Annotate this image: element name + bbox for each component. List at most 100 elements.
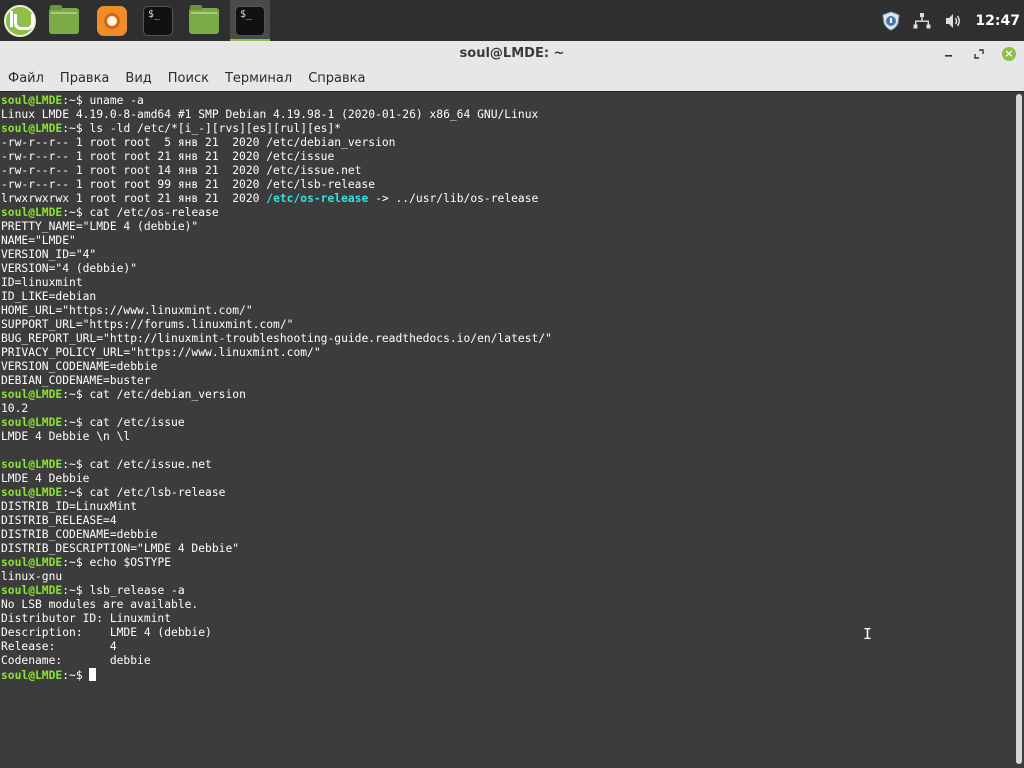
output-text: -rw-r--r-- 1 root root 14 янв 21 2020 /e… <box>1 164 362 177</box>
output-text: DISTRIB_RELEASE=4 <box>1 514 117 527</box>
menu-view[interactable]: Вид <box>125 71 151 86</box>
output-text: Description: LMDE 4 (debbie) <box>1 626 212 639</box>
terminal-line: linux-gnu <box>1 570 1009 584</box>
terminal-line: No LSB modules are available. <box>1 598 1009 612</box>
prompt-user: soul@LMDE <box>1 122 63 135</box>
prompt-tail: :~$ <box>62 416 90 429</box>
terminal-line: soul@LMDE:~$ cat /etc/lsb-release <box>1 486 1009 500</box>
output-text: No LSB modules are available. <box>1 598 199 611</box>
terminal-line: DEBIAN_CODENAME=buster <box>1 374 1009 388</box>
window-title: soul@LMDE: ~ <box>459 46 565 61</box>
scrollbar[interactable] <box>1014 92 1024 768</box>
system-tray: 12:47 <box>880 0 1024 41</box>
files-launcher[interactable] <box>44 0 84 41</box>
command-text: cat /etc/os-release <box>89 206 219 219</box>
mint-menu-button[interactable] <box>0 0 40 41</box>
command-text: lsb_release -a <box>89 584 185 597</box>
prompt-user: soul@LMDE <box>1 94 63 107</box>
prompt-user: soul@LMDE <box>1 556 63 569</box>
terminal-line: VERSION_ID="4" <box>1 248 1009 262</box>
firefox-launcher[interactable] <box>92 0 132 41</box>
terminal-line: Description: LMDE 4 (debbie) <box>1 626 1009 640</box>
terminal-line: ID=linuxmint <box>1 276 1009 290</box>
menu-search[interactable]: Поиск <box>168 71 209 86</box>
terminal-line: Distributor ID: Linuxmint <box>1 612 1009 626</box>
minimize-button[interactable] <box>940 41 958 66</box>
terminal-line: -rw-r--r-- 1 root root 5 янв 21 2020 /et… <box>1 136 1009 150</box>
terminal-line: BUG_REPORT_URL="http://linuxmint-trouble… <box>1 332 1009 346</box>
terminal-icon: $_ <box>235 5 265 36</box>
close-button[interactable]: × <box>1000 41 1018 66</box>
output-text: VERSION_CODENAME=debbie <box>1 360 158 373</box>
terminal-line: soul@LMDE:~$ cat /etc/debian_version <box>1 388 1009 402</box>
clock[interactable]: 12:47 <box>975 13 1020 29</box>
output-text: PRETTY_NAME="LMDE 4 (debbie)" <box>1 220 199 233</box>
output-text: DISTRIB_CODENAME=debbie <box>1 528 158 541</box>
volume-icon[interactable] <box>942 10 964 32</box>
window-titlebar[interactable]: soul@LMDE: ~ × <box>0 41 1024 66</box>
terminal-line: soul@LMDE:~$ <box>1 668 1009 682</box>
prompt-tail: :~$ <box>62 556 90 569</box>
folder-icon <box>189 4 219 34</box>
shield-update-icon[interactable] <box>880 10 902 32</box>
maximize-button[interactable] <box>970 41 988 66</box>
menu-edit[interactable]: Правка <box>60 71 109 86</box>
output-text: 10.2 <box>1 402 29 415</box>
terminal-line: DISTRIB_CODENAME=debbie <box>1 528 1009 542</box>
terminal-line: HOME_URL="https://www.linuxmint.com/" <box>1 304 1009 318</box>
close-icon: × <box>1002 46 1016 61</box>
terminal-line: Codename: debbie <box>1 654 1009 668</box>
terminal-line: NAME="LMDE" <box>1 234 1009 248</box>
prompt-user: soul@LMDE <box>1 584 63 597</box>
output-text: ID_LIKE=debian <box>1 290 97 303</box>
terminal-window-button[interactable]: $_ <box>230 0 270 41</box>
terminal-area[interactable]: soul@LMDE:~$ uname -a Linux LMDE 4.19.0-8… <box>0 91 1024 768</box>
terminal-cursor <box>89 668 97 681</box>
prompt-user: soul@LMDE <box>1 416 63 429</box>
output-text: LMDE 4 Debbie \n \l <box>1 430 131 443</box>
folder-icon <box>49 4 79 34</box>
terminal-output[interactable]: soul@LMDE:~$ uname -a Linux LMDE 4.19.0-8… <box>1 94 1009 682</box>
terminal-line: Linux LMDE 4.19.0-8-amd64 #1 SMP Debian … <box>1 108 1009 122</box>
menu-terminal[interactable]: Терминал <box>225 71 292 86</box>
scrollbar-thumb[interactable] <box>1016 94 1022 764</box>
output-text: LMDE 4 Debbie <box>1 472 90 485</box>
prompt-user: soul@LMDE <box>1 486 63 499</box>
prompt-tail: :~$ <box>62 388 90 401</box>
output-text: -> ../usr/lib/os-release <box>368 192 539 205</box>
terminal-icon: $_ <box>143 5 173 36</box>
prompt-tail: :~$ <box>62 206 90 219</box>
terminal-line: DISTRIB_ID=LinuxMint <box>1 500 1009 514</box>
prompt-user: soul@LMDE <box>1 458 63 471</box>
menu-file[interactable]: Файл <box>8 71 44 86</box>
terminal-line: lrwxrwxrwx 1 root root 21 янв 21 2020 /e… <box>1 192 1009 206</box>
terminal-line: -rw-r--r-- 1 root root 21 янв 21 2020 /e… <box>1 150 1009 164</box>
terminal-line: soul@LMDE:~$ echo $OSTYPE <box>1 556 1009 570</box>
output-text: -rw-r--r-- 1 root root 5 янв 21 2020 /et… <box>1 136 396 149</box>
mouse-text-cursor: I <box>863 625 873 643</box>
terminal-line: PRETTY_NAME="LMDE 4 (debbie)" <box>1 220 1009 234</box>
terminal-launcher[interactable]: $_ <box>138 0 178 41</box>
terminal-line: LMDE 4 Debbie \n \l <box>1 430 1009 444</box>
terminal-line: soul@LMDE:~$ uname -a <box>1 94 1009 108</box>
output-text: NAME="LMDE" <box>1 234 76 247</box>
command-text: cat /etc/debian_version <box>89 388 246 401</box>
terminal-line: VERSION_CODENAME=debbie <box>1 360 1009 374</box>
output-text: PRIVACY_POLICY_URL="https://www.linuxmin… <box>1 346 321 359</box>
command-text: ls -ld /etc/*[i_-][rvs][es][rul][es]* <box>89 122 342 135</box>
menu-help[interactable]: Справка <box>308 71 365 86</box>
terminal-line: 10.2 <box>1 402 1009 416</box>
firefox-icon <box>97 5 127 36</box>
command-text: cat /etc/issue.net <box>89 458 212 471</box>
prompt-user: soul@LMDE <box>1 669 63 682</box>
terminal-line: LMDE 4 Debbie <box>1 472 1009 486</box>
terminal-line: DISTRIB_RELEASE=4 <box>1 514 1009 528</box>
command-text: echo $OSTYPE <box>89 556 172 569</box>
output-text: -rw-r--r-- 1 root root 99 янв 21 2020 /e… <box>1 178 376 191</box>
terminal-line: -rw-r--r-- 1 root root 14 янв 21 2020 /e… <box>1 164 1009 178</box>
network-icon[interactable] <box>911 10 933 32</box>
prompt-tail: :~$ <box>62 669 90 682</box>
files-window-button[interactable] <box>184 0 224 41</box>
prompt-user: soul@LMDE <box>1 388 63 401</box>
terminal-line: SUPPORT_URL="https://forums.linuxmint.co… <box>1 318 1009 332</box>
